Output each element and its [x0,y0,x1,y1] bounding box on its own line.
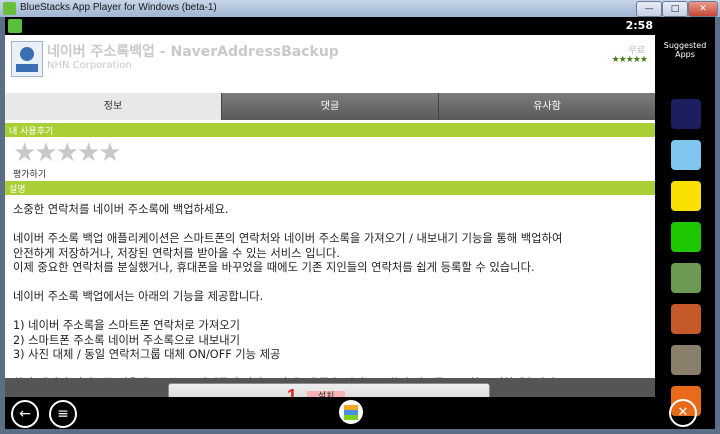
market-app: 네이버 주소록백업 - NaverAddressBackup NHN Corpo… [5,35,656,415]
status-time: 2:58 [625,19,653,32]
star-icon[interactable]: ★ [34,140,57,166]
home-icon[interactable] [339,400,363,424]
address-book-icon [11,41,43,77]
star-icon[interactable]: ★ [13,140,36,166]
rating-stars[interactable]: ★★★★★ [13,140,122,166]
maximize-button[interactable]: □ [662,1,688,17]
description-line: 네이버 주소록 백업에서는 아래의 기능을 제공합니다. [13,290,264,303]
description-line: 소중한 연락처를 네이버 주소록에 백업하세요. [13,203,229,216]
back-arrow-icon[interactable]: ← [11,400,39,428]
notification-icon [8,19,22,33]
angry-birds-icon[interactable] [671,140,701,170]
description-line [13,363,643,378]
description-line: 2) 스마트폰 주소록 네이버 주소록으로 내보내기 [13,333,241,347]
suggested-apps-title: Suggested Apps [663,41,707,59]
menu-icon[interactable]: ≡ [49,400,77,428]
tab-bar: 정보 댓글 유사함 [5,93,656,120]
navigation-bar: ← ≡ [5,397,655,429]
description-line: 네이버 주소록 백업 애플리케이션은 스마트폰의 연락처와 네이버 주소록을 가… [13,232,563,245]
description-line: 안전하게 저장하거나, 저장된 연락처를 받아올 수 있는 서비스 입니다. [13,246,340,260]
android-screen: 2:58 네이버 주소록백업 - NaverAddressBackup NHN … [5,17,715,429]
description-text: 소중한 연락처를 네이버 주소록에 백업하세요. 네이버 주소록 백업 애플리케이… [13,203,643,392]
star-icon[interactable]: ★ [77,140,100,166]
app-name: 네이버 주소록백업 - NaverAddressBackup [47,44,339,60]
tab-related[interactable]: 유사함 [439,93,656,120]
app-rating-stars: ★★★★★ [611,55,648,65]
description-line [13,218,643,233]
review-section-header: 내 사용후기 [5,123,655,137]
app-header: 네이버 주소록백업 - NaverAddressBackup NHN Corpo… [5,35,655,93]
close-button[interactable]: ✕ [688,1,718,17]
window-title: BlueStacks App Player for Windows (beta-… [20,2,217,13]
description-section-title: 설명 [9,185,26,195]
naver-icon[interactable] [671,222,701,252]
description-line [13,276,643,291]
settings-icon[interactable]: ✕ [669,399,697,427]
app-6-icon[interactable] [671,304,701,334]
tab-info[interactable]: 정보 [5,93,222,120]
rate-label: 평가하기 [13,170,47,180]
description-line [13,305,643,320]
description-line: 이제 중요한 연락처를 분실했거나, 휴대폰을 바꾸었을 때에도 기존 지인들의… [13,261,535,274]
minimize-button[interactable]: — [636,1,662,17]
description-line: 1) 네이버 주소록을 스마트폰 연락처로 가져오기 [13,319,241,332]
description-line: 3) 사진 대체 / 동일 연락처그룹 대체 ON/OFF 기능 제공 [13,348,281,361]
suggested-apps-panel: Suggested Apps ✕ [655,35,715,429]
title-bar: BlueStacks App Player for Windows (beta-… [0,0,720,17]
bluestacks-window: BlueStacks App Player for Windows (beta-… [0,0,720,434]
angry-birds-space-icon[interactable] [671,99,701,129]
app-5-icon[interactable] [671,263,701,293]
tab-comments[interactable]: 댓글 [222,93,439,120]
app-developer[interactable]: NHN Corporation [47,60,132,71]
app-7-icon[interactable] [671,345,701,375]
star-icon[interactable]: ★ [98,140,121,166]
description-section-header: 설명 [5,181,655,195]
star-icon[interactable]: ★ [56,140,79,166]
bluestacks-logo-icon [3,2,16,15]
review-section-title: 내 사용후기 [9,127,54,137]
kakao-talk-icon[interactable] [671,181,701,211]
status-bar: 2:58 [5,17,655,35]
